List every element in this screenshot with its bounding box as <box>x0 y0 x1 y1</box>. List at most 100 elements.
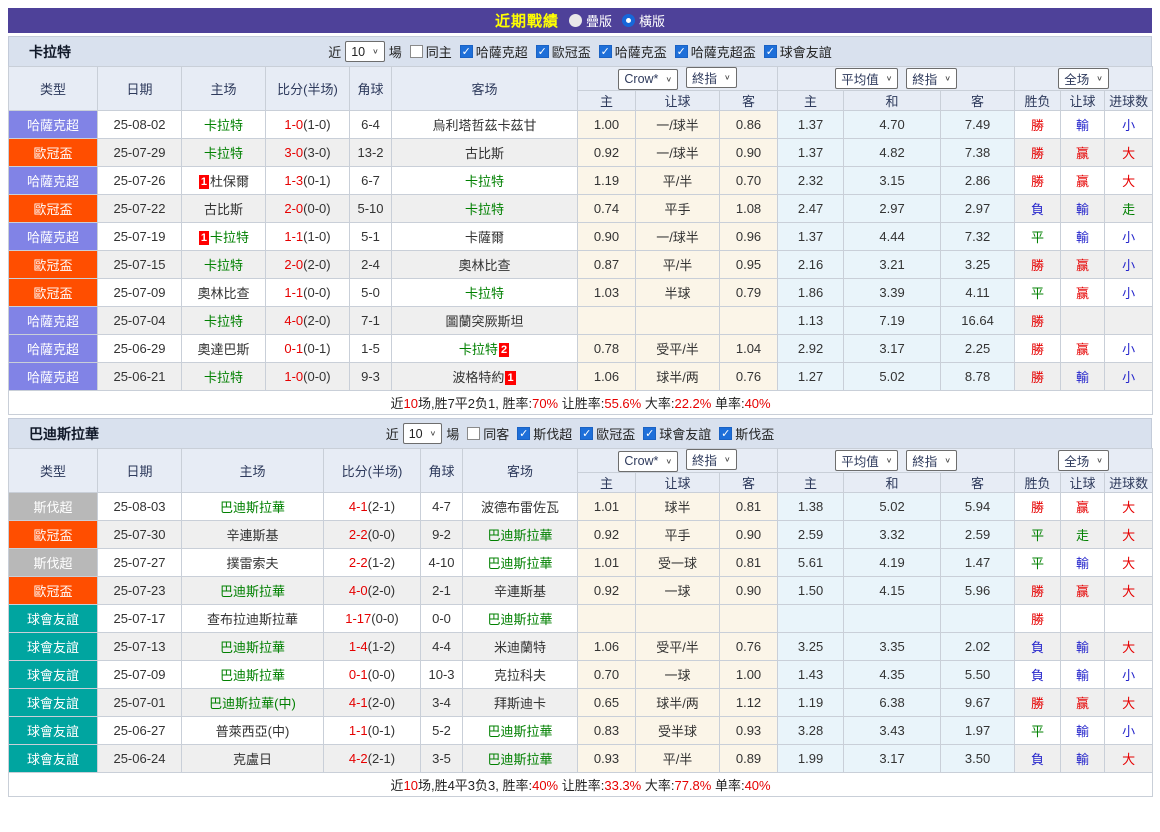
match-scope-select[interactable]: 全场∨ <box>1058 450 1109 471</box>
avg-odds-home: 1.19 <box>778 689 844 717</box>
full-time-score: 1-17 <box>345 611 371 626</box>
col-header: 客 <box>941 473 1015 493</box>
league-filter-label: 球會友誼 <box>659 424 711 443</box>
handicap-line: 受平/半 <box>636 335 720 363</box>
same-venue-checkbox[interactable] <box>410 45 423 58</box>
full-time-score: 1-0 <box>284 369 303 384</box>
league-checkbox[interactable]: ✓ <box>599 45 612 58</box>
odds-time-select[interactable]: 終指∨ <box>686 449 737 470</box>
odds-time-select-value: 終指 <box>692 68 717 87</box>
chevron-down-icon: ∨ <box>665 75 672 84</box>
handicap-odds-home: 1.19 <box>578 167 636 195</box>
handicap-line <box>636 605 720 633</box>
games-count-select[interactable]: 10∨ <box>403 423 443 444</box>
avg-odds-draw: 2.97 <box>844 195 941 223</box>
avg-odds-home <box>778 605 844 633</box>
match-scope-select[interactable]: 全场∨ <box>1058 68 1109 89</box>
table-row: 哈薩克超25-06-21卡拉特1-0(0-0)9-3波格特約11.06球半/两0… <box>9 363 1153 391</box>
col-header: 类型 <box>9 67 98 111</box>
league-checkbox[interactable]: ✓ <box>580 427 593 440</box>
avg-odds-away: 7.32 <box>941 223 1015 251</box>
corner-score: 4-4 <box>421 633 463 661</box>
red-card-mark: 1 <box>199 231 209 245</box>
full-time-score: 2-2 <box>349 555 368 570</box>
team-name-text: 波德布雷佐瓦 <box>481 500 559 515</box>
result-handicap: 赢 <box>1061 335 1105 363</box>
summary-part: 40% <box>745 396 771 411</box>
match-date: 25-06-21 <box>98 363 182 391</box>
odds-time-select[interactable]: 終指∨ <box>686 67 737 88</box>
league-checkbox[interactable]: ✓ <box>517 427 530 440</box>
league-checkbox[interactable]: ✓ <box>719 427 732 440</box>
radio-selected-icon[interactable] <box>622 14 635 27</box>
corner-score: 5-10 <box>350 195 392 223</box>
result-handicap: 走 <box>1061 521 1105 549</box>
avg-odds-draw: 3.32 <box>844 521 941 549</box>
team-name-text: 卡薩爾 <box>465 230 504 245</box>
away-team: 卡拉特 <box>392 195 578 223</box>
chevron-down-icon: ∨ <box>665 457 672 466</box>
handicap-odds-home: 0.93 <box>578 745 636 773</box>
result-handicap: 赢 <box>1061 279 1105 307</box>
odds-company-select[interactable]: Crow*∨ <box>618 69 678 90</box>
layout-option-stacked[interactable]: 疊版 <box>569 11 612 30</box>
layout-option-horizontal[interactable]: 橫版 <box>622 11 665 30</box>
avg-odds-draw: 4.70 <box>844 111 941 139</box>
league-filter-label: 哈薩克超盃 <box>691 42 756 61</box>
avg-time-select[interactable]: 終指∨ <box>906 68 957 89</box>
home-team: 卡拉特 <box>182 307 266 335</box>
away-team: 巴迪斯拉華 <box>463 745 578 773</box>
away-team: 巴迪斯拉華 <box>463 717 578 745</box>
result-outcome: 平 <box>1015 521 1061 549</box>
avg-odds-draw: 4.82 <box>844 139 941 167</box>
games-suffix-label: 場 <box>446 424 459 443</box>
result-handicap: 輸 <box>1061 223 1105 251</box>
col-header: 胜负 <box>1015 91 1061 111</box>
league-checkbox[interactable]: ✓ <box>536 45 549 58</box>
avg-type-select[interactable]: 平均值∨ <box>835 68 898 89</box>
half-time-score: (2-1) <box>368 499 395 514</box>
avg-type-select[interactable]: 平均值∨ <box>835 450 898 471</box>
league-badge: 哈薩克超 <box>9 363 98 391</box>
same-venue-checkbox[interactable] <box>467 427 480 440</box>
table-row: 歐冠盃25-07-23巴迪斯拉華4-0(2-0)2-1辛連斯基0.92一球0.9… <box>9 577 1153 605</box>
odds-company-select[interactable]: Crow*∨ <box>618 451 678 472</box>
full-time-score: 1-1 <box>284 229 303 244</box>
match-scope-select-value: 全场 <box>1064 69 1089 88</box>
radio-unselected-icon[interactable] <box>569 14 582 27</box>
corner-score: 4-10 <box>421 549 463 577</box>
team-name-text: 巴迪斯拉華 <box>487 752 552 767</box>
half-time-score: (0-0) <box>368 667 395 682</box>
team-name-text: 巴迪斯拉華 <box>487 556 552 571</box>
league-checkbox[interactable]: ✓ <box>764 45 777 58</box>
league-badge: 哈薩克超 <box>9 111 98 139</box>
half-time-score: (0-1) <box>368 723 395 738</box>
result-goals: 小 <box>1105 251 1153 279</box>
league-checkbox[interactable]: ✓ <box>460 45 473 58</box>
summary-part: 70% <box>532 396 558 411</box>
chevron-down-icon: ∨ <box>944 74 951 83</box>
league-checkbox[interactable]: ✓ <box>675 45 688 58</box>
handicap-line: 一/球半 <box>636 223 720 251</box>
recent-results-sections: 卡拉特近10∨場同主✓哈薩克超✓歐冠盃✓哈薩克盃✓哈薩克超盃✓球會友誼类型日期主… <box>8 36 1152 797</box>
result-goals: 大 <box>1105 745 1153 773</box>
handicap-line: 平/半 <box>636 251 720 279</box>
half-time-score: (1-0) <box>303 117 330 132</box>
summary-part: 22.2% <box>674 396 711 411</box>
away-team: 奧林比查 <box>392 251 578 279</box>
match-date: 25-07-17 <box>98 605 182 633</box>
games-count-select[interactable]: 10∨ <box>345 41 385 62</box>
result-goals: 大 <box>1105 167 1153 195</box>
handicap-odds-home: 0.65 <box>578 689 636 717</box>
avg-odds-away: 5.94 <box>941 493 1015 521</box>
col-header: 主场 <box>182 67 266 111</box>
league-badge: 哈薩克超 <box>9 335 98 363</box>
handicap-odds-home: 1.01 <box>578 493 636 521</box>
corner-score: 5-2 <box>421 717 463 745</box>
away-team: 卡拉特2 <box>392 335 578 363</box>
half-time-score: (0-0) <box>303 285 330 300</box>
filters-bar: 近10∨場同主✓哈薩克超✓歐冠盃✓哈薩克盃✓哈薩克超盃✓球會友誼 <box>328 41 832 62</box>
avg-select-group: 平均值∨ 終指∨ <box>778 67 1015 91</box>
avg-time-select[interactable]: 終指∨ <box>906 450 957 471</box>
league-checkbox[interactable]: ✓ <box>643 427 656 440</box>
